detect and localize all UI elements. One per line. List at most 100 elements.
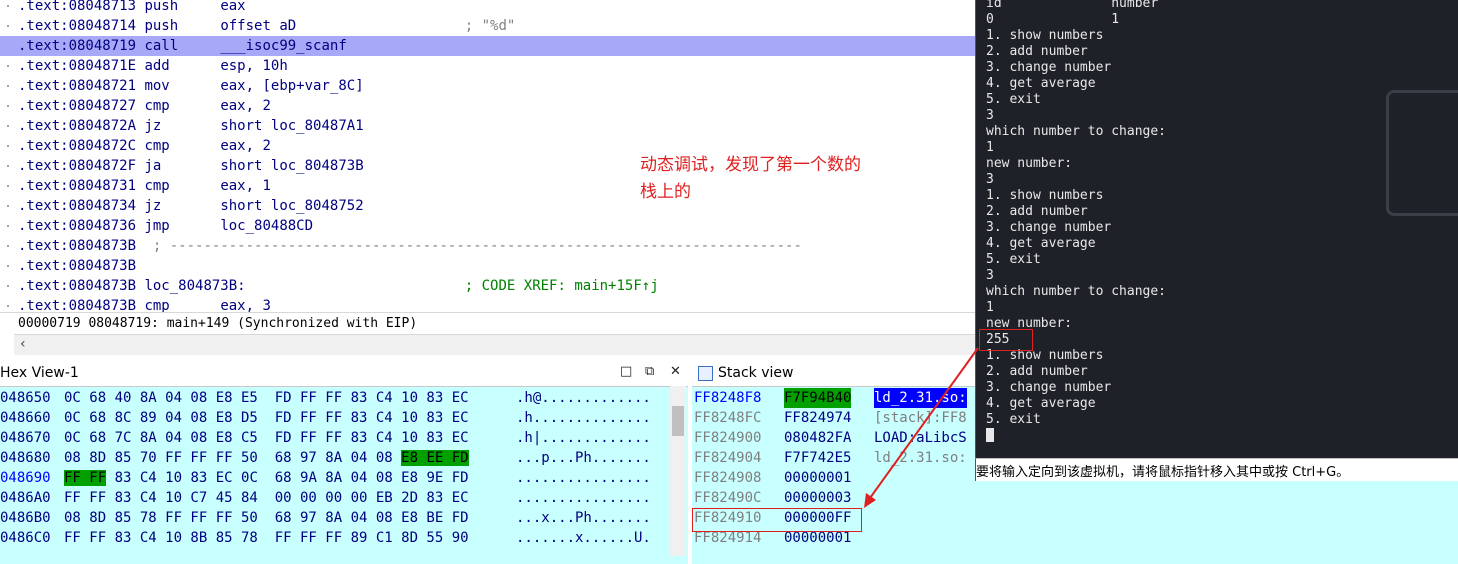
stack-value[interactable]: F7F94B40 (784, 388, 852, 408)
disasm-operand[interactable]: offset aD (220, 18, 296, 34)
disasm-line[interactable]: .text:0804873B cmp eax, 3 (0, 296, 976, 312)
hex-selected-bytes[interactable]: FF FF (64, 470, 107, 486)
disasm-line[interactable]: .text:08048727 cmp eax, 2 (0, 96, 976, 116)
disasm-line[interactable]: .text:08048713 push eax (0, 0, 976, 16)
disasm-operand[interactable]: short loc_80487A1 (220, 118, 363, 134)
disasm-line[interactable]: .text:0804873B (0, 256, 976, 276)
sync-status-text: 00000719 08048719: main+149 (Synchronize… (18, 316, 418, 331)
hex-bytes[interactable]: FF FF 83 C4 10 C7 45 84 00 00 00 00 EB 2… (64, 488, 469, 508)
hex-bytes[interactable]: FF FF 83 C4 10 8B 85 78 FF FF FF 89 C1 8… (64, 528, 469, 548)
disasm-operand[interactable]: loc_80488CD (220, 218, 313, 234)
disasm-address[interactable]: .text:08048731 (18, 178, 136, 194)
hex-ascii: ................ (516, 490, 651, 506)
disasm-mnemonic[interactable]: mov (144, 78, 169, 94)
hex-byte-values[interactable]: FF FF 83 C4 10 C7 45 84 00 00 00 00 EB 2… (64, 490, 469, 506)
hex-bytes[interactable]: 0C 68 8C 89 04 08 E8 D5 FD FF FF 83 C4 1… (64, 408, 469, 428)
hex-byte-values[interactable]: 0C 68 7C 8A 04 08 E8 C5 FD FF FF 83 C4 1… (64, 430, 469, 446)
disasm-mnemonic[interactable]: jz (144, 198, 161, 214)
hex-byte-values[interactable]: 83 C4 10 83 EC 0C 68 9A 8A 04 08 E8 9E F… (115, 470, 469, 486)
stack-symbol[interactable]: LOAD:aLibcS (874, 428, 967, 448)
disasm-operand[interactable]: eax, 3 (220, 298, 271, 312)
disasm-operand[interactable]: eax, 2 (220, 138, 271, 154)
disasm-operand[interactable]: short loc_8048752 (220, 198, 363, 214)
disasm-address[interactable]: .text:08048721 (18, 78, 136, 94)
disasm-line[interactable]: .text:08048714 push offset aD ; "%d" (0, 16, 976, 36)
disasm-mnemonic[interactable]: ja (144, 158, 161, 174)
disasm-line-current[interactable]: .text:08048719 call ___isoc99_scanf (0, 36, 976, 56)
disasm-address[interactable]: .text:0804873B (18, 298, 136, 312)
hex-byte-values[interactable]: 08 8D 85 70 FF FF FF 50 68 97 8A 04 08 (64, 450, 393, 466)
disasm-line[interactable]: .text:0804872A jz short loc_80487A1 (0, 116, 976, 136)
stack-symbol[interactable]: [stack]:FF8 (874, 408, 967, 428)
stack-symbol[interactable]: ld_2.31.so: (874, 388, 967, 408)
disasm-address[interactable]: .text:08048714 (18, 18, 136, 34)
terminal-cursor[interactable] (986, 428, 994, 442)
hex-bytes[interactable]: 0C 68 7C 8A 04 08 E8 C5 FD FF FF 83 C4 1… (64, 428, 469, 448)
disasm-mnemonic[interactable]: call (144, 38, 178, 54)
disasm-address[interactable]: .text:0804872A (18, 118, 136, 134)
disasm-address[interactable]: .text:08048713 (18, 0, 136, 14)
vm-input-hint-bar: 要将输入定向到该虚拟机，请将鼠标指针移入其中或按 Ctrl+G。 (975, 458, 1458, 481)
vm-terminal-window[interactable]: id number 0 1 1. show numbers 2. add number… (975, 0, 1458, 480)
hex-view-panel[interactable]: Hex View-1 □ ⧉ ✕ 048650 0C 68 40 8A 04 08… (0, 360, 688, 564)
hex-byte-values[interactable]: FF FF 83 C4 10 8B 85 78 FF FF FF 89 C1 8… (64, 530, 469, 546)
disasm-address[interactable]: .text:08048719 (18, 38, 136, 54)
disasm-mnemonic[interactable]: add (144, 58, 169, 74)
stack-symbol[interactable]: ld_2.31.so: (874, 448, 967, 468)
disasm-address[interactable]: .text:0804872C (18, 138, 136, 154)
disasm-mnemonic[interactable]: cmp (144, 298, 169, 312)
stack-value[interactable]: 00000003 (784, 488, 851, 508)
stack-value[interactable]: 00000001 (784, 468, 851, 488)
terminal-output[interactable]: id number 0 1 1. show numbers 2. add number… (986, 0, 1166, 445)
hex-bytes[interactable]: FF FF 83 C4 10 83 EC 0C 68 9A 8A 04 08 E… (64, 468, 469, 488)
disasm-line[interactable]: .text:08048721 mov eax, [ebp+var_8C] (0, 76, 976, 96)
disasm-address[interactable]: .text:08048736 (18, 218, 136, 234)
hex-bytes[interactable]: 08 8D 85 70 FF FF FF 50 68 97 8A 04 08 E… (64, 448, 469, 468)
disasm-operand[interactable]: ___isoc99_scanf (220, 38, 346, 54)
terminal-prompt[interactable] (986, 428, 1166, 445)
disasm-mnemonic[interactable]: cmp (144, 138, 169, 154)
hex-byte-values[interactable]: 08 8D 85 78 FF FF FF 50 68 97 8A 04 08 E… (64, 510, 469, 526)
disasm-mnemonic[interactable]: push (144, 18, 178, 34)
restore-icon[interactable]: ⧉ (645, 364, 654, 379)
disasm-operand[interactable]: eax, 2 (220, 98, 271, 114)
hex-bytes[interactable]: 08 8D 85 78 FF FF FF 50 68 97 8A 04 08 E… (64, 508, 469, 528)
disasm-line[interactable]: .text:0804873B loc_804873B: ; CODE XREF:… (0, 276, 976, 296)
disasm-address[interactable]: .text:0804873B (18, 278, 136, 294)
disasm-operand[interactable]: esp, 10h (220, 58, 287, 74)
disasm-mnemonic[interactable]: cmp (144, 98, 169, 114)
hex-byte-values[interactable]: 0C 68 8C 89 04 08 E8 D5 FD FF FF 83 C4 1… (64, 410, 469, 426)
close-icon[interactable]: ✕ (670, 364, 681, 379)
disasm-mnemonic[interactable]: jmp (144, 218, 169, 234)
hex-ascii: ...x...Ph....... (516, 510, 651, 526)
stack-value[interactable]: 080482FA (784, 428, 851, 448)
disasm-address[interactable]: .text:08048727 (18, 98, 136, 114)
hex-selected-bytes[interactable]: E8 EE FD (401, 450, 469, 466)
disasm-operand[interactable]: short loc_804873B (220, 158, 363, 174)
hex-address: 048690 (0, 470, 51, 486)
disasm-mnemonic[interactable]: cmp (144, 178, 169, 194)
disasm-horizontal-scrollbar[interactable]: ‹ (14, 334, 976, 355)
disasm-address[interactable]: .text:08048734 (18, 198, 136, 214)
disasm-address[interactable]: .text:0804871E (18, 58, 136, 74)
disasm-address[interactable]: .text:0804872F (18, 158, 136, 174)
stack-value[interactable]: F7F742E5 (784, 448, 851, 468)
disasm-address[interactable]: .text:0804873B (18, 258, 136, 274)
hex-byte-values[interactable]: 0C 68 40 8A 04 08 E8 E5 FD FF FF 83 C4 1… (64, 390, 469, 406)
disasm-line[interactable]: .text:0804871E add esp, 10h (0, 56, 976, 76)
disasm-mnemonic[interactable]: loc_804873B: (144, 278, 245, 294)
scroll-left-icon[interactable]: ‹ (20, 336, 26, 352)
hex-bytes[interactable]: 0C 68 40 8A 04 08 E8 E5 FD FF FF 83 C4 1… (64, 388, 469, 408)
maximize-icon[interactable]: □ (620, 364, 632, 379)
stack-value[interactable]: FF824974 (784, 408, 851, 428)
disasm-mnemonic[interactable]: jz (144, 118, 161, 134)
disasm-line[interactable]: .text:0804873B ; -----------------------… (0, 236, 976, 256)
disasm-operand[interactable]: eax (220, 0, 245, 14)
disasm-address[interactable]: .text:0804873B (18, 238, 136, 254)
disasm-mnemonic[interactable]: push (144, 0, 178, 14)
disasm-line[interactable]: .text:08048736 jmp loc_80488CD (0, 216, 976, 236)
disasm-operand[interactable]: eax, 1 (220, 178, 271, 194)
scroll-thumb[interactable] (672, 406, 684, 436)
hex-vertical-scrollbar[interactable] (670, 386, 686, 556)
disasm-operand[interactable]: eax, [ebp+var_8C] (220, 78, 363, 94)
